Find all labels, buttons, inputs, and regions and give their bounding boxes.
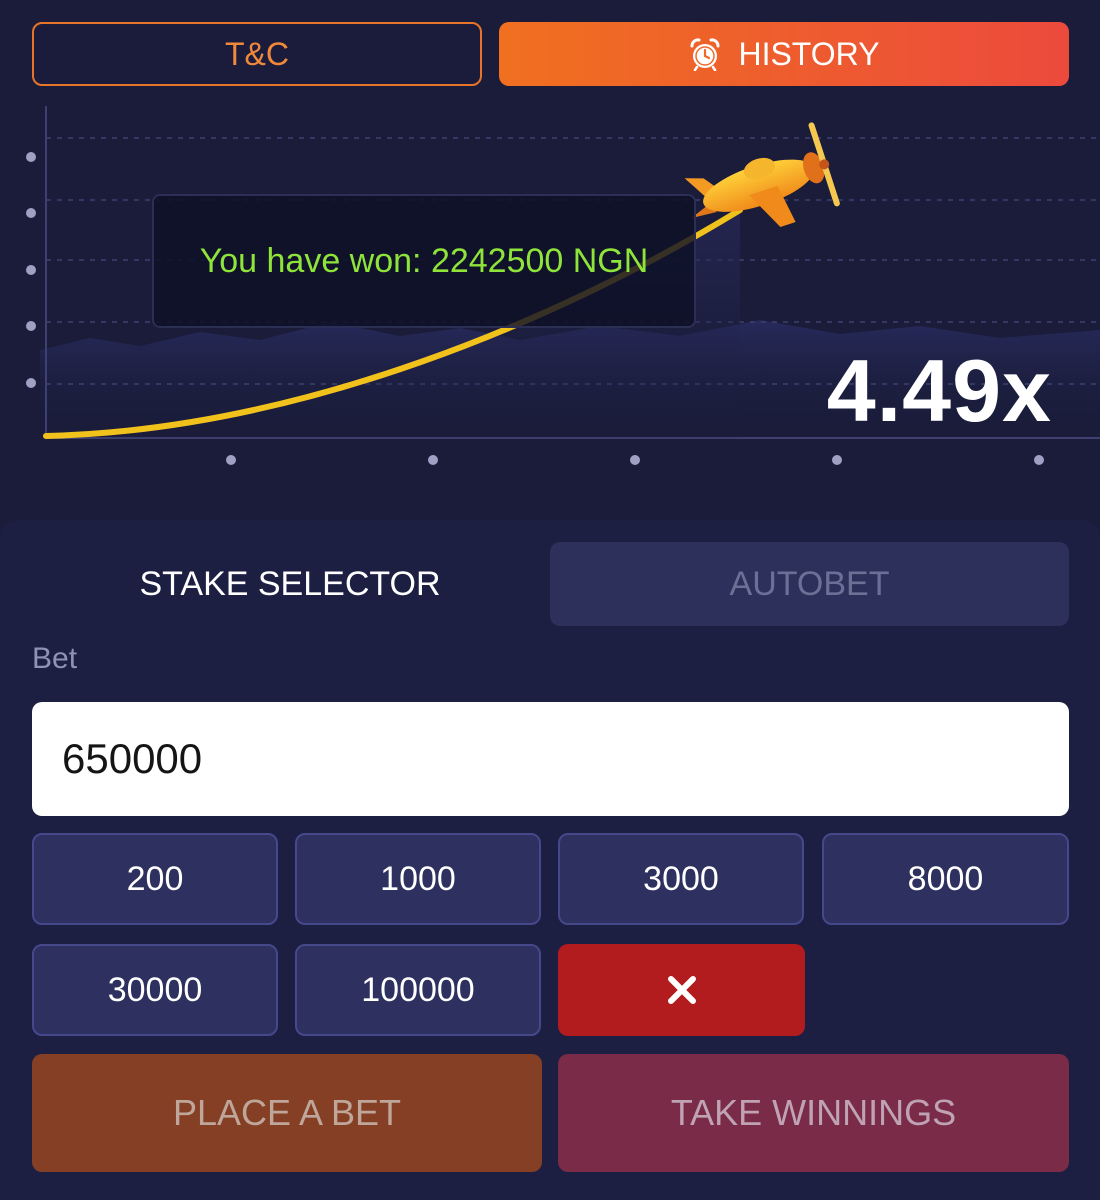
chip-label: 1000 (380, 859, 456, 898)
game-area: You have won: 2242500 NGN 4.49x (0, 100, 1100, 505)
chip-label: 30000 (107, 970, 203, 1009)
take-winnings-button[interactable]: TAKE WINNINGS (558, 1054, 1069, 1172)
tc-button[interactable]: T&C (32, 22, 482, 86)
y-axis-dots (26, 152, 36, 388)
chip-label: 3000 (643, 859, 719, 898)
chip-button[interactable]: 100000 (295, 944, 541, 1036)
chip-button[interactable]: 200 (32, 833, 278, 925)
place-bet-button[interactable]: PLACE A BET (32, 1054, 542, 1172)
bet-label: Bet (32, 642, 78, 675)
chip-label: 8000 (907, 859, 984, 898)
bet-panel: STAKE SELECTOR AUTOBET Bet 200 1000 3000… (0, 520, 1100, 1200)
multiplier-display: 4.49x (826, 341, 1052, 440)
bet-amount-input[interactable] (32, 702, 1069, 816)
history-label: HISTORY (738, 35, 880, 72)
take-winnings-label: TAKE WINNINGS (670, 1092, 957, 1133)
tc-label: T&C (225, 35, 289, 72)
win-message: You have won: 2242500 NGN (199, 241, 649, 280)
close-icon (667, 976, 696, 1004)
x-axis-dots (226, 455, 1044, 465)
alarm-clock-icon (690, 38, 720, 71)
chip-button[interactable]: 3000 (558, 833, 804, 925)
clear-bet-button[interactable] (558, 944, 805, 1036)
chip-button[interactable]: 1000 (295, 833, 541, 925)
tab-stake-selector[interactable]: STAKE SELECTOR (32, 542, 548, 626)
place-bet-label: PLACE A BET (172, 1092, 402, 1133)
chip-button[interactable]: 30000 (32, 944, 278, 1036)
history-button[interactable]: HISTORY (499, 22, 1069, 86)
chip-label: 200 (126, 859, 184, 898)
tab-autobet[interactable]: AUTOBET (550, 542, 1069, 626)
win-message-box: You have won: 2242500 NGN (152, 194, 696, 328)
chip-label: 100000 (361, 970, 475, 1009)
chip-button[interactable]: 8000 (822, 833, 1069, 925)
